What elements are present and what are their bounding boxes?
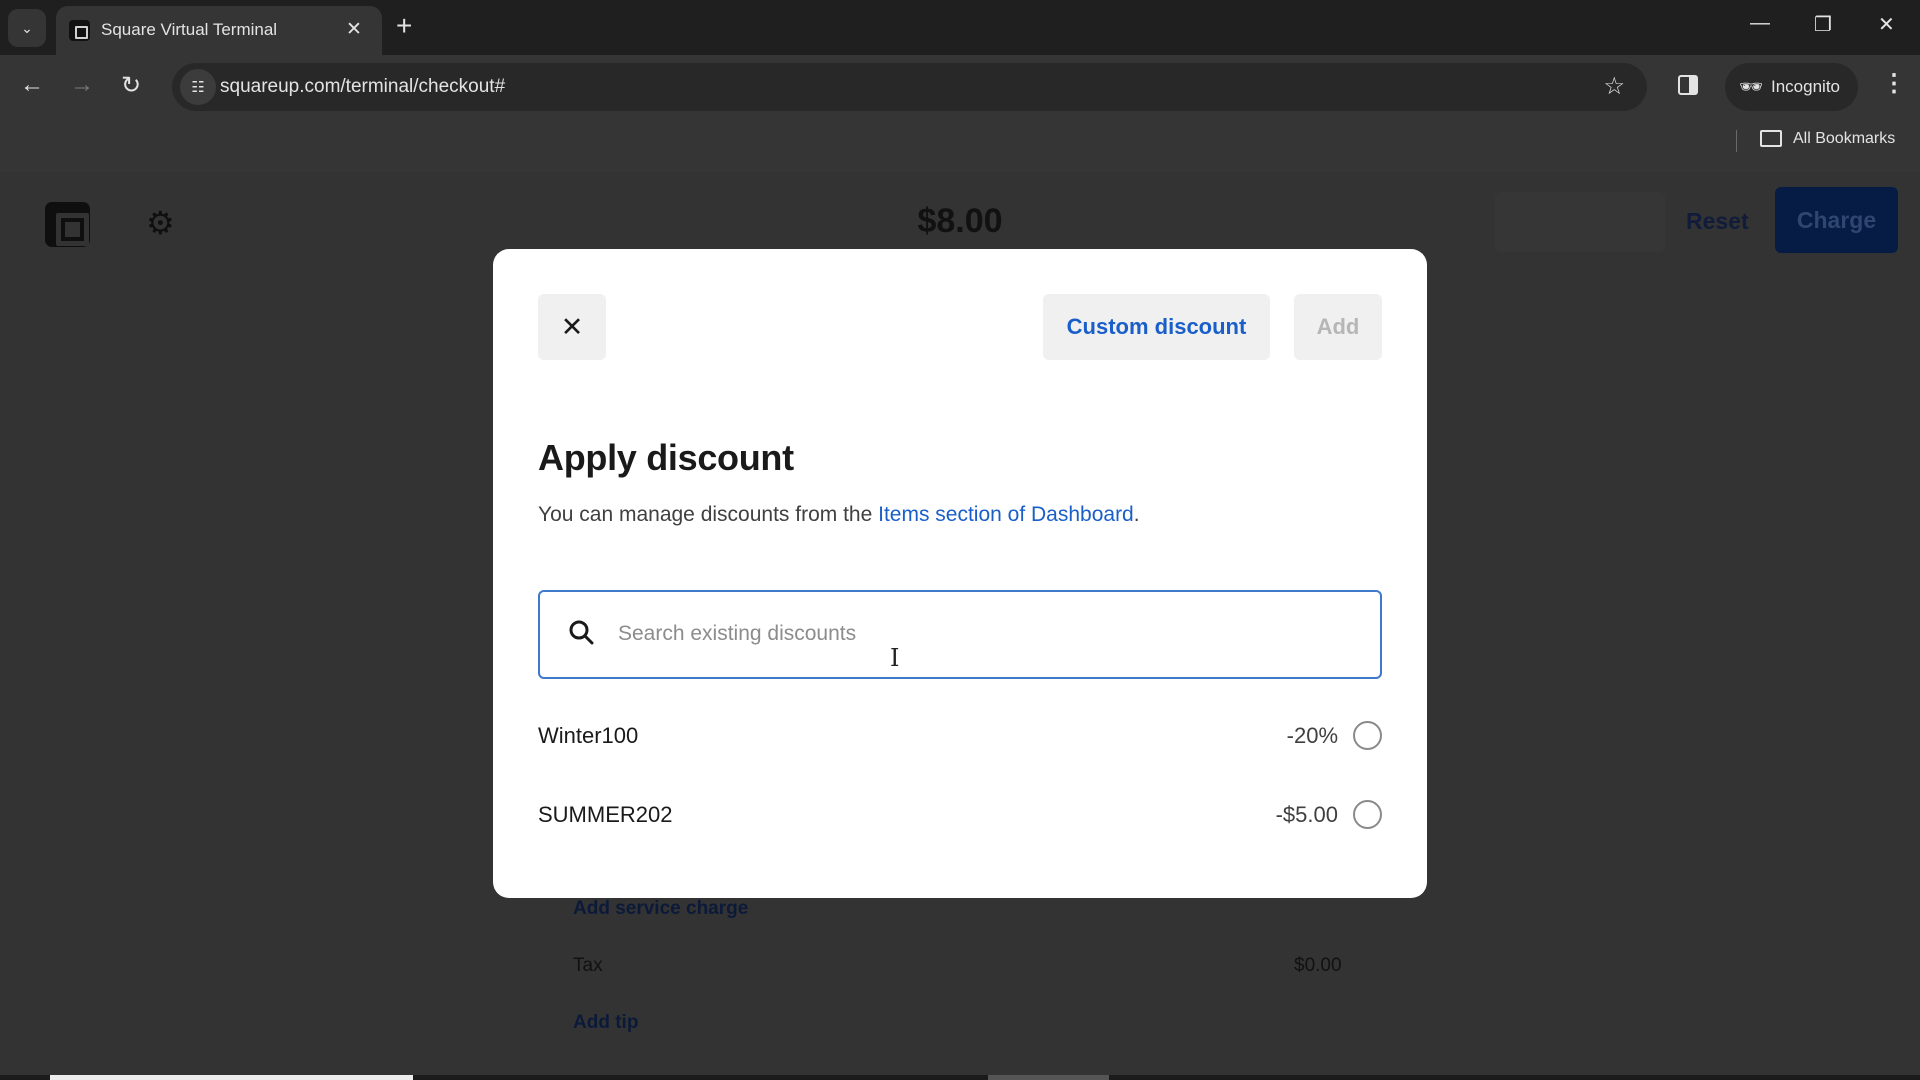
discount-row[interactable]: Winter100 -20% [538,705,1382,765]
apply-discount-modal: ✕ Custom discount Add Apply discount You… [493,249,1427,898]
back-icon[interactable]: ← [20,71,44,99]
browser-toolbar: ← → ↻ ☷ squareup.com/terminal/checkout# … [0,55,1920,120]
description-text: You can manage discounts from the [538,503,879,526]
discount-name: Winter100 [538,723,639,748]
custom-discount-button[interactable]: Custom discount [1043,294,1270,360]
discount-value: -$5.00 [1275,802,1338,827]
address-bar[interactable]: ☷ squareup.com/terminal/checkout# ☆ [172,63,1647,111]
add-service-charge-link[interactable]: Add service charge [573,898,748,920]
forward-icon[interactable]: → [70,71,94,99]
discount-value: -20% [1286,723,1338,748]
charge-button[interactable]: Charge [1775,187,1898,253]
tax-label: Tax [573,955,603,976]
scrollbar-thumb[interactable] [50,1075,413,1080]
browser-tab-bar: ⌄ Square Virtual Terminal ✕ + — ❐ ✕ [0,0,1920,55]
folder-icon [1760,130,1782,147]
discount-radio[interactable] [1353,721,1382,750]
search-icon [569,620,594,645]
browser-tab[interactable]: Square Virtual Terminal ✕ [56,6,382,55]
discount-name: SUMMER202 [538,802,673,827]
restore-icon[interactable]: ❐ [1814,12,1832,37]
chevron-down-icon: ⌄ [21,19,33,36]
modal-title: Apply discount [538,437,794,478]
search-discounts-field[interactable]: I [538,590,1382,679]
incognito-icon: 🕶 [1739,77,1764,98]
square-favicon-icon [69,20,90,41]
search-input[interactable] [618,612,1358,656]
tax-value: $0.00 [1294,955,1342,976]
side-panel-icon[interactable] [1678,75,1698,95]
add-tip-link[interactable]: Add tip [573,1012,638,1034]
reload-icon[interactable]: ↻ [121,71,141,100]
bookmarks-bar: All Bookmarks [0,120,1920,172]
new-tab-button[interactable]: + [396,10,412,42]
add-button[interactable]: Add [1294,294,1382,360]
divider [1736,130,1737,152]
close-modal-button[interactable]: ✕ [538,294,606,360]
disabled-header-button[interactable] [1495,192,1665,252]
incognito-badge[interactable]: 🕶 Incognito [1725,63,1858,111]
tab-search-button[interactable]: ⌄ [8,9,46,47]
scrollbar-thumb-secondary[interactable] [988,1075,1109,1080]
star-icon[interactable]: ☆ [1603,72,1625,101]
close-icon: ✕ [560,311,584,342]
discount-row[interactable]: SUMMER202 -$5.00 [538,784,1382,844]
site-info-icon[interactable]: ☷ [180,69,216,105]
tab-title: Square Virtual Terminal [101,20,278,39]
minimize-icon[interactable]: — [1750,12,1770,35]
close-window-icon[interactable]: ✕ [1878,12,1895,37]
incognito-label: Incognito [1771,77,1840,96]
discount-radio[interactable] [1353,800,1382,829]
close-tab-icon[interactable]: ✕ [346,18,362,41]
text-cursor-icon: I [890,644,900,672]
reset-button[interactable]: Reset [1686,208,1749,235]
modal-description: You can manage discounts from the Items … [538,503,1140,527]
items-dashboard-link[interactable]: Items section of Dashboard [878,503,1134,526]
url-text[interactable]: squareup.com/terminal/checkout# [220,76,505,98]
all-bookmarks-link[interactable]: All Bookmarks [1793,130,1895,148]
kebab-menu-icon[interactable]: ⋮ [1882,69,1906,98]
description-suffix: . [1133,503,1140,526]
